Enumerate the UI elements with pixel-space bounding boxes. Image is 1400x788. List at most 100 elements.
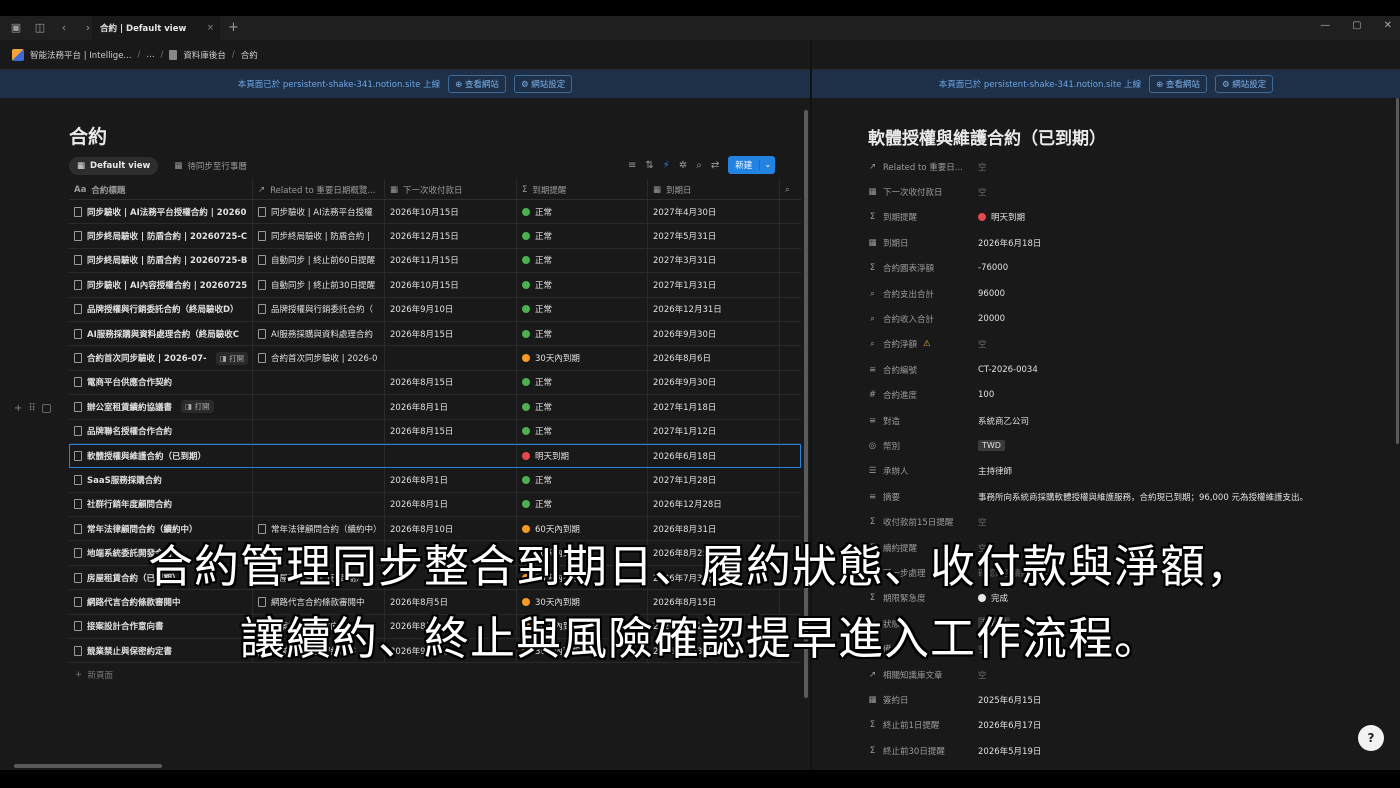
table-row[interactable]: SaaS服務採購合約 2026年8月1日 正常 2027年1月28日 <box>69 468 801 493</box>
cell-next-payment[interactable]: 2026年8月15日 <box>385 419 517 443</box>
new-tab-button[interactable]: + <box>228 20 239 35</box>
cell-related[interactable]: 合約首次同步驗收 | 2026-0 <box>253 346 385 370</box>
cell-next-payment[interactable] <box>385 346 517 370</box>
cell-due[interactable]: 2026年12月31日 <box>648 297 780 321</box>
ai-icon[interactable]: ✲ <box>679 160 687 171</box>
close-window-button[interactable]: ✕ <box>1384 20 1392 31</box>
cell-title[interactable]: 同步驗收 | AI法務平台授權合約 | 20260 <box>69 200 253 224</box>
breadcrumb-workspace[interactable]: 智能法務平台 | Intellige... <box>30 49 132 61</box>
tab-active[interactable]: 合約 | Default view × <box>92 16 220 40</box>
cell-reminder[interactable]: 正常 <box>517 492 648 517</box>
cell-related[interactable]: 自動同步 | 終止前60日提醒 <box>253 248 385 273</box>
cell-next-payment[interactable]: 2026年8月15日 <box>385 370 517 395</box>
cell-due[interactable]: 2026年9月30日 <box>648 370 780 395</box>
cell-title[interactable]: 電商平台供應合作契約 <box>69 370 253 395</box>
new-page-button[interactable]: + 新頁面 <box>69 663 801 687</box>
property-value[interactable]: 100 <box>978 390 994 400</box>
table-row[interactable]: 合約首次同步驗收 | 2026-07- ◨ 打開 合約首次同步驗收 | 2026-0… <box>69 346 801 371</box>
property-row[interactable]: ▦ 簽約日 2025年6月15日 <box>868 687 1368 712</box>
property-value[interactable]: -76000 <box>978 263 1008 273</box>
cell-related[interactable]: 品牌授權與行銷委託合約（ <box>253 297 385 321</box>
property-value[interactable]: 系統商乙公司 <box>978 415 1029 427</box>
cell-due[interactable]: 2026年12月28日 <box>648 492 780 517</box>
cell-title[interactable]: 社群行銷年度顧問合約 <box>69 492 253 517</box>
cell-related[interactable]: 同步終局驗收 | 防盾合約 | <box>253 224 385 248</box>
cell-next-payment[interactable]: 2026年11月15日 <box>385 248 517 273</box>
cell-next-payment[interactable]: 2026年10月15日 <box>385 273 517 297</box>
property-value[interactable]: TWD <box>978 440 1005 452</box>
table-row[interactable]: 同步驗收 | AI法務平台授權合約 | 20260 同步驗收 | AI法務平台授權… <box>69 200 801 225</box>
cell-title[interactable]: 同步終局驗收 | 防盾合約 | 20260725-C <box>69 224 253 248</box>
cell-reminder[interactable]: 正常 <box>517 248 648 273</box>
column-header-next-payment[interactable]: ▦ 下一次收付款日 <box>385 180 517 199</box>
property-row[interactable]: ↗ Related to 重要日... 空 <box>868 154 1368 179</box>
property-value[interactable]: 2026年6月18日 <box>978 237 1041 249</box>
cell-due[interactable]: 2027年4月30日 <box>648 200 780 224</box>
cell-related[interactable]: 同步驗收 | AI法務平台授權 <box>253 200 385 224</box>
property-row[interactable]: # 合約進度 100 <box>868 383 1368 408</box>
cell-reminder[interactable]: 正常 <box>517 297 648 321</box>
property-row[interactable]: Σ 終止前1日提醒 2026年6月17日 <box>868 713 1368 738</box>
cell-reminder[interactable]: 正常 <box>517 321 648 346</box>
cell-due[interactable]: 2026年9月30日 <box>648 321 780 346</box>
property-value[interactable]: 主持律師 <box>978 465 1012 477</box>
cell-related[interactable] <box>253 492 385 517</box>
table-row[interactable]: 辦公室租賃續約協議書 ◨ 打開 2026年8月1日 正常 2027年1月18日 <box>69 395 801 420</box>
property-row[interactable]: ☰ 承辦人 主持律師 <box>868 459 1368 484</box>
cell-due[interactable]: 2027年5月31日 <box>648 224 780 248</box>
property-value[interactable]: 2026年6月17日 <box>978 719 1041 731</box>
table-row[interactable]: 同步終局驗收 | 防盾合約 | 20260725-C 同步終局驗收 | 防盾合約 … <box>69 224 801 249</box>
open-button[interactable]: ◨ 打開 <box>215 351 249 365</box>
cell-next-payment[interactable]: 2026年10月15日 <box>385 200 517 224</box>
cell-next-payment[interactable]: 2026年8月15日 <box>385 321 517 346</box>
property-row[interactable]: ≡ 對造 系統商乙公司 <box>868 408 1368 433</box>
detail-scrollbar[interactable] <box>1396 98 1399 444</box>
app-menu-icon[interactable]: ▣ <box>8 20 24 36</box>
property-row[interactable]: ⌕ 合約淨額 ⚠ 空 <box>868 332 1368 357</box>
property-value[interactable]: 96000 <box>978 289 1005 299</box>
cell-reminder[interactable]: 明天到期 <box>517 443 648 468</box>
view-site-button[interactable]: ⊕ 查看網站 <box>1149 75 1207 93</box>
property-value[interactable]: CT-2026-0034 <box>978 365 1038 375</box>
row-checkbox[interactable] <box>41 404 51 413</box>
filter-icon[interactable]: ≡ <box>628 160 636 171</box>
settings-icon[interactable]: ⇄ <box>711 160 719 171</box>
table-row[interactable]: 社群行銷年度顧問合約 2026年8月1日 正常 2026年12月28日 <box>69 492 801 518</box>
site-settings-button[interactable]: ⚙ 網站設定 <box>513 75 573 93</box>
property-row[interactable]: ≡ 合約編號 CT-2026-0034 <box>868 357 1368 382</box>
minimize-button[interactable]: — <box>1320 20 1330 31</box>
open-button[interactable]: ◨ 打開 <box>181 400 214 414</box>
cell-title[interactable]: AI服務採購與資料處理合約（終局驗收C <box>69 321 253 346</box>
automation-icon[interactable]: ⚡ <box>663 160 670 171</box>
view-site-button[interactable]: ⊕ 查看網站 <box>448 75 506 93</box>
cell-title[interactable]: 合約首次同步驗收 | 2026-07- ◨ 打開 <box>69 346 253 370</box>
search-icon[interactable]: ⌕ <box>696 160 702 171</box>
property-value[interactable]: 明天到期 <box>978 211 1025 223</box>
cell-due[interactable]: 2027年3月31日 <box>648 248 780 273</box>
tab-close-icon[interactable]: × <box>207 23 214 33</box>
column-header-due[interactable]: ▦ 到期日 <box>648 180 780 199</box>
cell-next-payment[interactable]: 2026年9月10日 <box>385 297 517 321</box>
cell-title[interactable]: 品牌授權與行銷委託合約（終局驗收D） <box>69 297 253 321</box>
cell-related[interactable] <box>253 468 385 492</box>
column-header-reminder[interactable]: Σ 到期提醒 <box>517 180 648 199</box>
cell-reminder[interactable]: 正常 <box>517 370 648 395</box>
cell-related[interactable] <box>253 419 385 443</box>
table-row[interactable]: AI服務採購與資料處理合約（終局驗收C AI服務採購與資料處理合約 2026年8月1… <box>69 321 801 347</box>
property-value[interactable]: 空 <box>978 161 987 173</box>
cell-next-payment[interactable]: 2026年12月15日 <box>385 224 517 248</box>
breadcrumb-parent[interactable]: 資料庫後台 <box>183 49 226 61</box>
add-row-icon[interactable]: + <box>14 403 22 414</box>
table-row[interactable]: 電商平台供應合作契約 2026年8月15日 正常 2026年9月30日 <box>69 370 801 396</box>
cell-title[interactable]: SaaS服務採購合約 <box>69 468 253 492</box>
table-row[interactable]: 品牌聯名授權合作合約 2026年8月15日 正常 2027年1月12日 <box>69 419 801 444</box>
property-value[interactable]: 空 <box>978 338 987 350</box>
tab-default-view[interactable]: ▦ Default view <box>69 157 159 175</box>
horizontal-scrollbar[interactable] <box>14 764 162 768</box>
cell-reminder[interactable]: 30天內到期 <box>517 346 648 370</box>
property-value[interactable]: 20000 <box>978 314 1005 324</box>
property-value[interactable]: 空 <box>978 186 987 198</box>
page-title[interactable]: 合約 <box>69 122 107 149</box>
record-title[interactable]: 軟體授權與維護合約（已到期） <box>868 124 1106 149</box>
cell-due[interactable]: 2027年1月28日 <box>648 468 780 492</box>
